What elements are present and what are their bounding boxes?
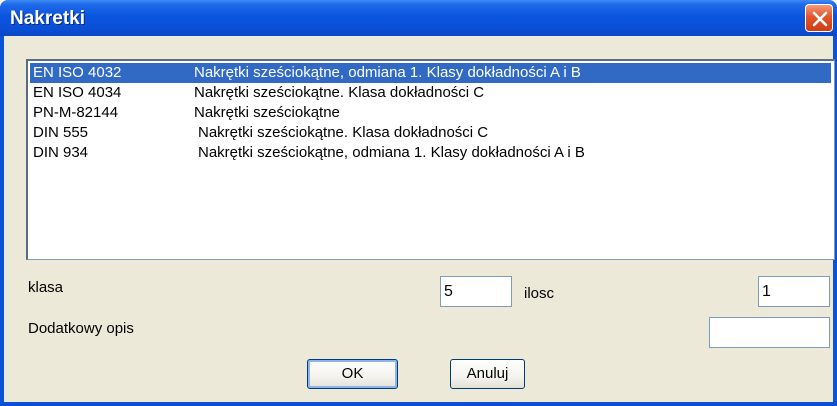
window-bottom-border	[0, 402, 837, 406]
cancel-button[interactable]: Anuluj	[450, 359, 525, 389]
list-item-desc: Nakrętki sześciokątne, odmiana 1. Klasy …	[194, 64, 581, 81]
opis-input[interactable]	[709, 317, 830, 348]
list-item-code: EN ISO 4032	[33, 64, 122, 81]
list-item-code: DIN 934	[33, 144, 89, 161]
close-icon	[812, 11, 828, 27]
list-item-code: EN ISO 4034	[33, 84, 122, 101]
opis-label: Dodatkowy opis	[28, 320, 134, 337]
ok-button[interactable]: OK	[307, 359, 398, 389]
dialog-window: Nakretki EN ISO 4032 Nakrętki sześciokąt…	[0, 0, 837, 406]
list-item[interactable]: EN ISO 4032 Nakrętki sześciokątne, odmia…	[30, 63, 831, 83]
list-item-code: DIN 555	[33, 124, 89, 141]
list-item[interactable]: EN ISO 4034 Nakrętki sześciokątne. Klasa…	[30, 83, 831, 103]
klasa-input[interactable]	[440, 276, 512, 307]
title-bar[interactable]: Nakretki	[0, 0, 837, 36]
list-item-desc: Nakrętki sześciokątne. Klasa dokładności…	[198, 124, 489, 141]
list-item-desc: Nakrętki sześciokątne	[194, 104, 340, 121]
close-button[interactable]	[805, 4, 833, 32]
list-item-desc: Nakrętki sześciokątne, odmiana 1. Klasy …	[198, 144, 585, 161]
list-item[interactable]: PN-M-82144 Nakrętki sześciokątne	[30, 103, 831, 123]
ilosc-input[interactable]	[758, 276, 830, 307]
window-title: Nakretki	[10, 8, 85, 29]
klasa-label: klasa	[28, 279, 64, 296]
standards-listbox[interactable]: EN ISO 4032 Nakrętki sześciokątne, odmia…	[26, 59, 835, 260]
list-item-desc: Nakrętki sześciokątne. Klasa dokładności…	[194, 84, 485, 101]
list-item-code: PN-M-82144	[33, 104, 119, 121]
ilosc-label: ilosc	[524, 285, 555, 302]
list-item[interactable]: DIN 555 Nakrętki sześciokątne. Klasa dok…	[30, 123, 831, 143]
list-item[interactable]: DIN 934 Nakrętki sześciokątne, odmiana 1…	[30, 143, 831, 163]
